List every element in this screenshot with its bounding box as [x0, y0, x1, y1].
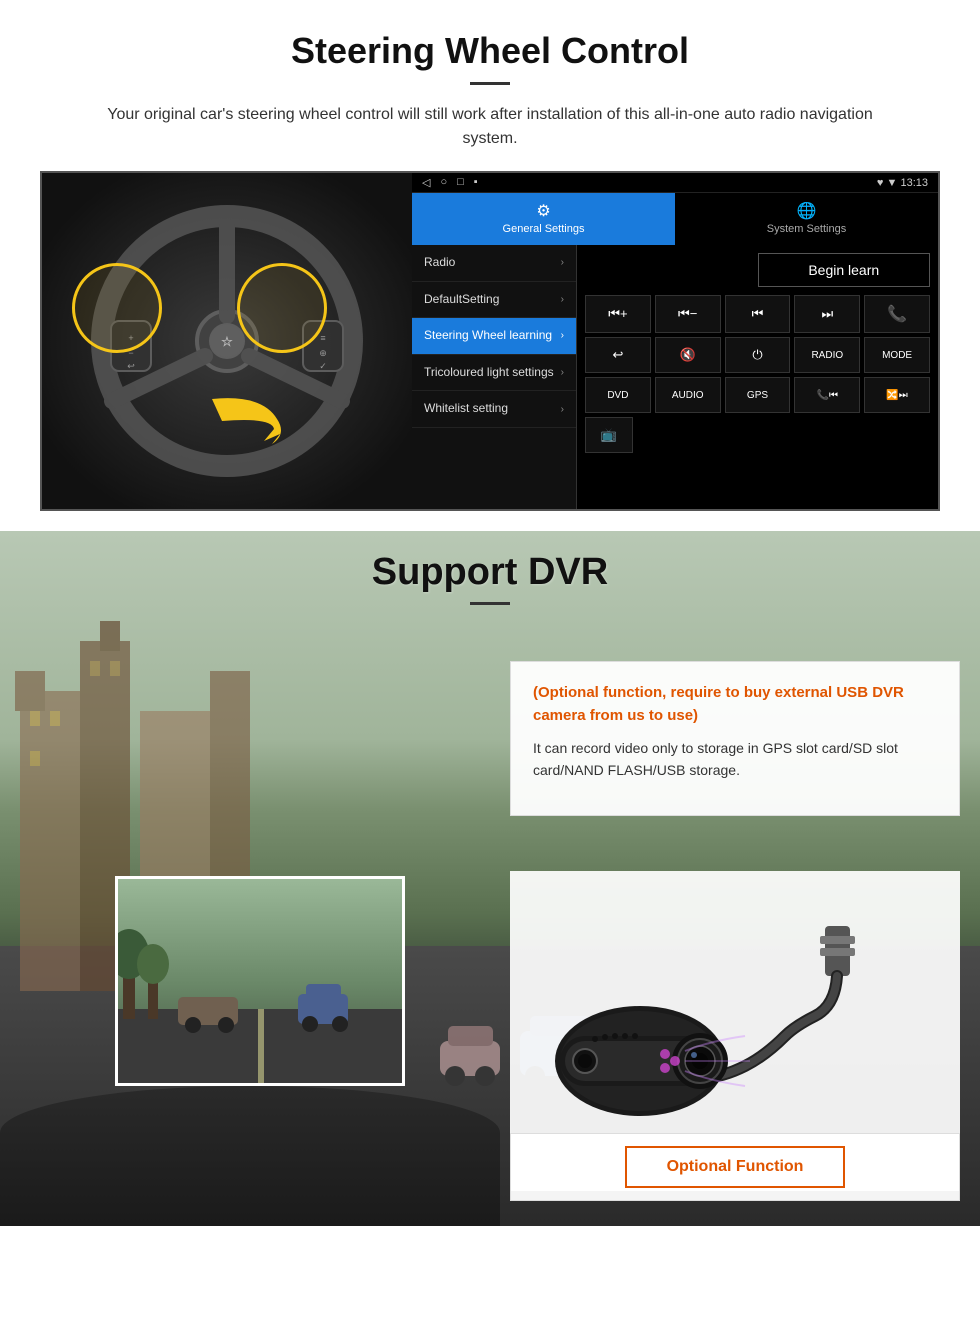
chevron-icon: › [561, 257, 564, 268]
phone-prev-button[interactable]: 📞⏮ [794, 377, 860, 413]
dvd-button[interactable]: DVD [585, 377, 651, 413]
nav-icons: ◁ ○ □ ▪ [422, 176, 478, 189]
next-track-button[interactable]: ⏭ [794, 295, 860, 333]
tab-system-label: System Settings [767, 223, 846, 235]
steering-section: Steering Wheel Control Your original car… [0, 0, 980, 531]
dvr-section: Support DVR [0, 531, 980, 1226]
dvr-camera-svg [545, 906, 925, 1156]
dvr-background: Support DVR [0, 531, 980, 1226]
svg-text:↩: ↩ [127, 361, 135, 371]
android-menu: Radio › DefaultSetting › Steering Wheel … [412, 245, 938, 509]
menu-icon[interactable]: ▪ [474, 176, 478, 189]
menu-item-tricoloured[interactable]: Tricoloured light settings › [412, 355, 576, 392]
vol-up-button[interactable]: ⏮+ [585, 295, 651, 333]
extra-button[interactable]: 📺 [585, 417, 633, 453]
chevron-icon: › [561, 330, 564, 341]
menu-item-default-setting[interactable]: DefaultSetting › [412, 282, 576, 319]
steering-subtitle: Your original car's steering wheel contr… [100, 103, 880, 151]
svg-text:☆: ☆ [221, 334, 233, 349]
vol-down-button[interactable]: ⏮− [655, 295, 721, 333]
arrow-indicator [202, 389, 292, 449]
mode-button[interactable]: MODE [864, 337, 930, 373]
clock: 13:13 [900, 177, 928, 189]
steering-wheel-label: Steering Wheel learning [424, 328, 552, 344]
status-bar: ◁ ○ □ ▪ ♥ ▼ 13:13 [412, 173, 938, 193]
chevron-icon: › [561, 367, 564, 378]
dvr-info-card: (Optional function, require to buy exter… [510, 661, 960, 816]
android-mockup: + − ↩ ≡ ⊕ ✓ ☆ [40, 171, 940, 511]
steering-title: Steering Wheel Control [40, 30, 940, 72]
dvr-title: Support DVR [0, 551, 980, 594]
radio-button[interactable]: RADIO [794, 337, 860, 373]
default-setting-label: DefaultSetting [424, 292, 499, 308]
signal-icon: ♥ ▼ [877, 177, 897, 189]
status-indicators: ♥ ▼ 13:13 [877, 177, 928, 189]
settings-tabs: ⚙ General Settings 🌐 System Settings [412, 193, 938, 245]
svg-text:≡: ≡ [320, 333, 325, 343]
gps-button[interactable]: GPS [725, 377, 791, 413]
optional-function-row: Optional Function [510, 1133, 960, 1201]
dashboard [0, 1086, 500, 1226]
chevron-icon: › [561, 404, 564, 415]
title-divider [470, 82, 510, 85]
mute-button[interactable]: 🔇 [655, 337, 721, 373]
begin-learn-button[interactable]: Begin learn [758, 253, 931, 287]
power-button[interactable]: ⏻ [725, 337, 791, 373]
prev-track-button[interactable]: ⏮ [725, 295, 791, 333]
steering-photo-inner: + − ↩ ≡ ⊕ ✓ ☆ [42, 173, 412, 509]
highlight-circle-left [72, 263, 162, 353]
right-panel: Begin learn ⏮+ ⏮− ⏮ ⏭ 📞 ↩ 🔇 ⏻ RADIO MODE… [577, 245, 938, 509]
menu-item-radio[interactable]: Radio › [412, 245, 576, 282]
steering-photo: + − ↩ ≡ ⊕ ✓ ☆ [42, 173, 412, 509]
globe-icon: 🌐 [797, 201, 817, 221]
tricoloured-label: Tricoloured light settings [424, 365, 554, 381]
control-button-grid: ⏮+ ⏮− ⏮ ⏭ 📞 ↩ 🔇 ⏻ RADIO MODE DVD AUDIO G… [585, 295, 930, 413]
recents-icon[interactable]: □ [457, 176, 464, 189]
gear-icon: ⚙ [536, 201, 550, 221]
highlight-circle-right [237, 263, 327, 353]
back-call-button[interactable]: ↩ [585, 337, 651, 373]
tab-system-settings[interactable]: 🌐 System Settings [675, 193, 938, 245]
tab-general-settings[interactable]: ⚙ General Settings [412, 193, 675, 245]
android-screen: ◁ ○ □ ▪ ♥ ▼ 13:13 ⚙ General Settings 🌐 [412, 173, 938, 509]
dvr-thumbnail-inner [118, 879, 402, 1083]
home-icon[interactable]: ○ [440, 176, 447, 189]
dvr-optional-text: (Optional function, require to buy exter… [533, 682, 937, 727]
menu-item-whitelist[interactable]: Whitelist setting › [412, 391, 576, 428]
svg-text:✓: ✓ [319, 361, 327, 371]
dvr-desc-text: It can record video only to storage in G… [533, 737, 937, 782]
settings-menu-list: Radio › DefaultSetting › Steering Wheel … [412, 245, 577, 509]
svg-text:⊕: ⊕ [319, 348, 327, 358]
begin-learn-row: Begin learn [585, 253, 930, 287]
dvr-title-area: Support DVR [0, 551, 980, 605]
shuffle-next-button[interactable]: 🔀⏭ [864, 377, 930, 413]
back-icon[interactable]: ◁ [422, 176, 430, 189]
tab-general-label: General Settings [503, 223, 585, 235]
menu-item-steering-wheel[interactable]: Steering Wheel learning › [412, 318, 576, 355]
dvr-thumbnail [115, 876, 405, 1086]
phone-button[interactable]: 📞 [864, 295, 930, 333]
radio-label: Radio [424, 255, 455, 271]
dvr-divider [470, 602, 510, 605]
chevron-icon: › [561, 294, 564, 305]
audio-button[interactable]: AUDIO [655, 377, 721, 413]
optional-function-button[interactable]: Optional Function [625, 1146, 846, 1188]
whitelist-label: Whitelist setting [424, 401, 508, 417]
